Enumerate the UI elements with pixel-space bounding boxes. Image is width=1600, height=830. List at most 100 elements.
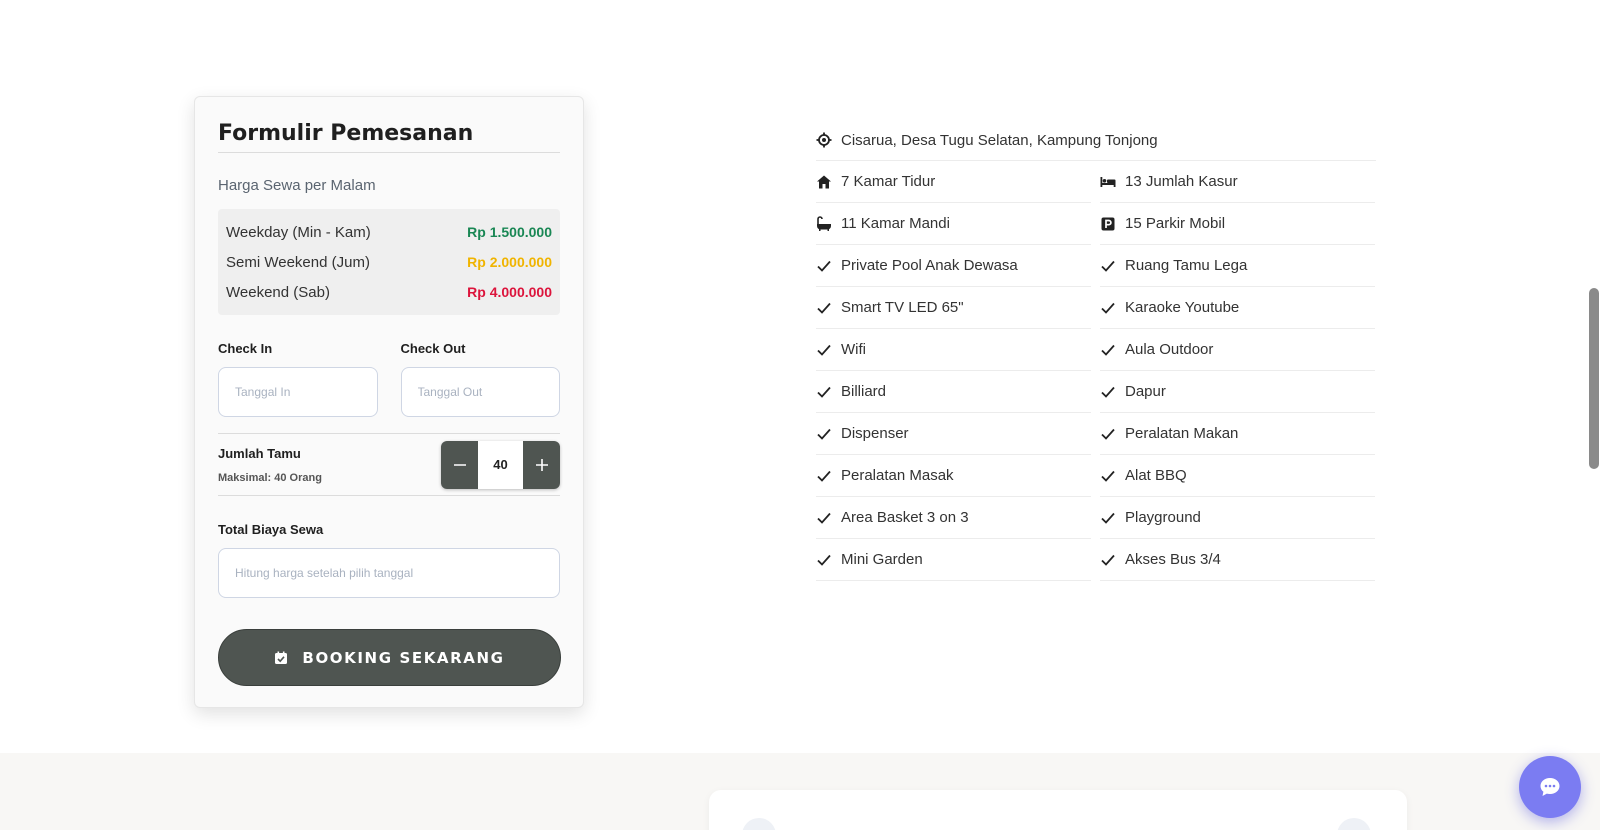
check-icon (1100, 552, 1116, 568)
facility-item: Peralatan Makan (1100, 413, 1375, 455)
check-out-input[interactable] (400, 367, 560, 417)
chat-icon (1540, 778, 1560, 796)
facility-label: Dapur (1125, 383, 1166, 400)
facility-label: Akses Bus 3/4 (1125, 551, 1221, 568)
facility-label: Aula Outdoor (1125, 341, 1214, 358)
facilities-grid: 7 Kamar Tidur 13 Jumlah Kasur 11 Kamar M… (816, 161, 1376, 581)
check-icon (816, 342, 832, 358)
check-icon (1100, 468, 1116, 484)
check-icon (816, 552, 832, 568)
facility-label: Private Pool Anak Dewasa (841, 257, 1018, 274)
facilities-list: Cisarua, Desa Tugu Selatan, Kampung Tonj… (816, 120, 1376, 581)
check-icon (1100, 426, 1116, 442)
check-icon (1100, 510, 1116, 526)
check-in-label: Check In (218, 341, 273, 356)
facility-item: 15 Parkir Mobil (1100, 203, 1375, 245)
facility-item: Smart TV LED 65" (816, 287, 1091, 329)
check-icon (1100, 258, 1116, 274)
page-scrollbar-thumb[interactable] (1589, 288, 1599, 469)
price-value: Rp 2.000.000 (467, 254, 552, 270)
price-label: Weekend (Sab) (226, 283, 330, 301)
facility-label: Smart TV LED 65" (841, 299, 964, 316)
price-label: Semi Weekend (Jum) (226, 253, 370, 271)
booking-button-label: BOOKING SEKARANG (302, 648, 505, 667)
facility-item: Akses Bus 3/4 (1100, 539, 1375, 581)
facility-label: Wifi (841, 341, 866, 358)
page: Formulir Pemesanan Harga Sewa per Malam … (0, 0, 1600, 830)
date-fields: Check In Check Out (218, 341, 560, 417)
check-icon (816, 426, 832, 442)
check-icon (1100, 384, 1116, 400)
facility-item: 13 Jumlah Kasur (1100, 161, 1375, 203)
check-icon (816, 300, 832, 316)
location-text: Cisarua, Desa Tugu Selatan, Kampung Tonj… (841, 131, 1158, 149)
facility-label: Billiard (841, 383, 887, 400)
total-cost-field[interactable] (218, 548, 560, 598)
facility-item: 7 Kamar Tidur (816, 161, 1091, 203)
chat-button[interactable] (1519, 756, 1581, 818)
guest-count-row: Jumlah Tamu Maksimal: 40 Orang 40 (218, 433, 560, 496)
check-in-input[interactable] (218, 367, 378, 417)
price-value: Rp 1.500.000 (467, 224, 552, 240)
booking-button[interactable]: BOOKING SEKARANG (218, 629, 561, 686)
price-heading: Harga Sewa per Malam (218, 177, 376, 194)
facility-item: Dispenser (816, 413, 1091, 455)
check-icon (1100, 300, 1116, 316)
facility-label: 15 Parkir Mobil (1125, 215, 1226, 232)
parking-icon (1100, 216, 1116, 232)
house-icon (816, 174, 832, 190)
check-icon (816, 258, 832, 274)
location-crosshair-icon (816, 132, 832, 148)
facility-label: 7 Kamar Tidur (841, 173, 936, 190)
guest-label: Jumlah Tamu (218, 445, 301, 461)
price-label: Weekday (Min - Kam) (226, 223, 371, 241)
check-icon (816, 510, 832, 526)
form-title: Formulir Pemesanan (218, 121, 560, 153)
next-section-card (709, 790, 1407, 830)
facility-label: 13 Jumlah Kasur (1125, 173, 1238, 190)
booking-form-card: Formulir Pemesanan Harga Sewa per Malam … (194, 96, 584, 708)
price-row-weekday: Weekday (Min - Kam) Rp 1.500.000 (226, 217, 552, 247)
bed-icon (1100, 174, 1116, 190)
facility-item: Karaoke Youtube (1100, 287, 1375, 329)
check-in-group: Check In (218, 341, 378, 417)
facility-item: Dapur (1100, 371, 1375, 413)
check-icon (1100, 342, 1116, 358)
facility-item: Ruang Tamu Lega (1100, 245, 1375, 287)
check-icon (816, 468, 832, 484)
facility-item: Playground (1100, 497, 1375, 539)
facility-label: Dispenser (841, 425, 909, 442)
price-table: Weekday (Min - Kam) Rp 1.500.000 Semi We… (218, 209, 560, 315)
facility-item: Area Basket 3 on 3 (816, 497, 1091, 539)
plus-icon (535, 458, 548, 471)
facility-item: Wifi (816, 329, 1091, 371)
decrement-button[interactable] (441, 440, 478, 489)
check-out-group: Check Out (400, 341, 560, 417)
guest-max-note: Maksimal: 40 Orang (218, 471, 322, 484)
facility-item: Mini Garden (816, 539, 1091, 581)
check-out-label: Check Out (400, 341, 466, 356)
facility-item: Aula Outdoor (1100, 329, 1375, 371)
facility-label: Mini Garden (841, 551, 923, 568)
location-row: Cisarua, Desa Tugu Selatan, Kampung Tonj… (816, 120, 1376, 161)
facility-label: Area Basket 3 on 3 (841, 509, 969, 526)
facility-item: Private Pool Anak Dewasa (816, 245, 1091, 287)
facility-item: 11 Kamar Mandi (816, 203, 1091, 245)
guest-count-value[interactable]: 40 (478, 440, 523, 489)
facility-label: Peralatan Makan (1125, 425, 1239, 442)
bathtub-icon (816, 215, 832, 232)
total-cost-label: Total Biaya Sewa (218, 522, 324, 537)
facility-label: Ruang Tamu Lega (1125, 257, 1248, 274)
calendar-check-icon (275, 651, 288, 664)
guest-info: Jumlah Tamu Maksimal: 40 Orang (218, 446, 322, 484)
price-row-semi-weekend: Semi Weekend (Jum) Rp 2.000.000 (226, 247, 552, 277)
facility-label: Alat BBQ (1125, 467, 1187, 484)
facility-label: Karaoke Youtube (1125, 299, 1240, 316)
facility-label: 11 Kamar Mandi (841, 215, 950, 232)
check-icon (816, 384, 832, 400)
price-row-weekend: Weekend (Sab) Rp 4.000.000 (226, 277, 552, 307)
facility-label: Playground (1125, 509, 1201, 526)
facility-item: Billiard (816, 371, 1091, 413)
increment-button[interactable] (523, 440, 560, 489)
facility-item: Peralatan Masak (816, 455, 1091, 497)
